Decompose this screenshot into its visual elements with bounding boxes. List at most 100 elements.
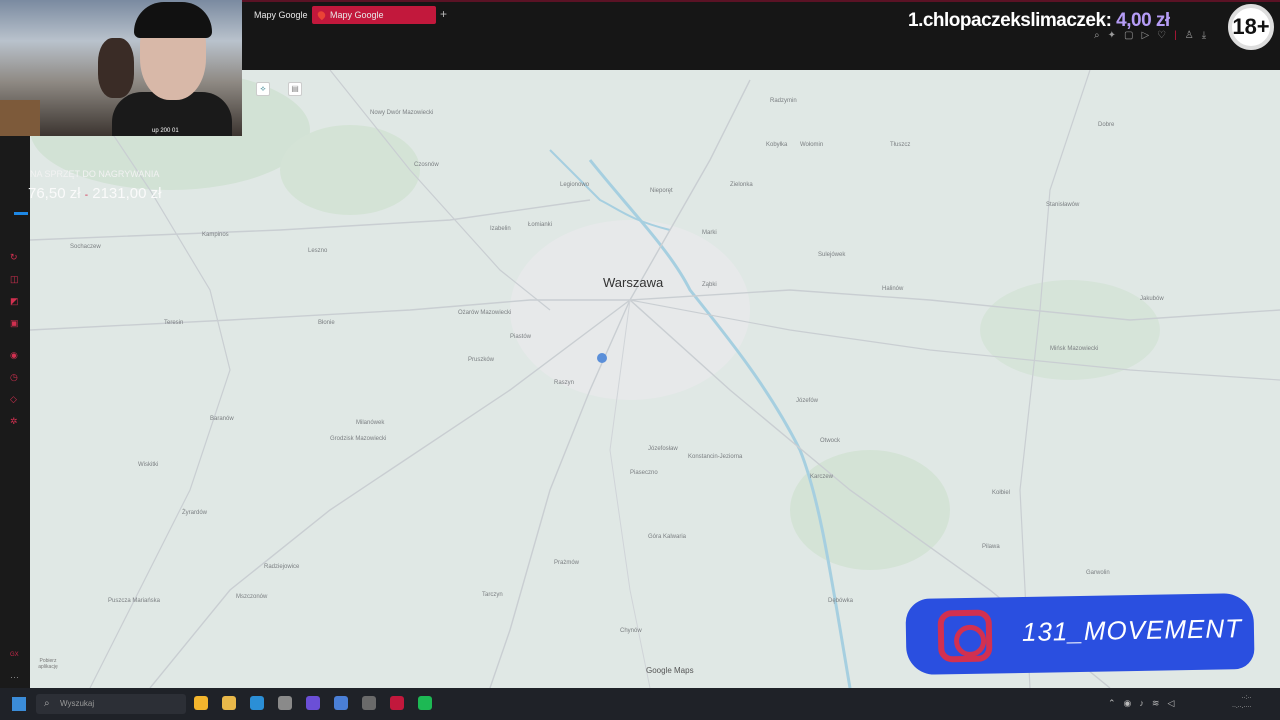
map-city-label[interactable]: Kampinos bbox=[202, 232, 229, 238]
new-tab-button[interactable]: + bbox=[440, 7, 447, 21]
taskbar-search[interactable]: ⌕ Wyszukaj bbox=[36, 694, 186, 714]
more-icon[interactable]: ⋯ bbox=[10, 672, 19, 683]
map-city-label[interactable]: Piastów bbox=[510, 334, 531, 340]
map-city-label[interactable]: Ząbki bbox=[702, 282, 717, 288]
map-city-label[interactable]: Teresin bbox=[164, 320, 183, 326]
map-city-label[interactable]: Żyrardów bbox=[182, 510, 207, 516]
map-city-label[interactable]: Chynów bbox=[620, 628, 642, 634]
map-city-label[interactable]: Grodzisk Mazowiecki bbox=[330, 436, 386, 442]
gx-label: GX bbox=[10, 652, 19, 658]
download-icon[interactable]: ⤓ bbox=[1202, 30, 1206, 41]
browser-sidebar: ↻ ◫ ◩ ▣ ◉ ◷ ◇ ✲ GX ⋯ bbox=[0, 136, 30, 688]
map-city-label[interactable]: Wołomin bbox=[800, 142, 823, 148]
map-city-label[interactable]: Karczew bbox=[810, 474, 833, 480]
wifi-icon[interactable]: ≋ bbox=[1152, 698, 1160, 709]
map-city-label[interactable]: Józefosław bbox=[648, 446, 678, 452]
map-city-label[interactable]: Zielonka bbox=[730, 182, 753, 188]
map-city-label[interactable]: Raszyn bbox=[554, 380, 574, 386]
opera-gx-icon[interactable] bbox=[390, 696, 404, 710]
map-city-label[interactable]: Dobre bbox=[1098, 122, 1114, 128]
google-maps-logo: Google Maps bbox=[646, 666, 694, 675]
spotify-icon[interactable] bbox=[418, 696, 432, 710]
map-city-label[interactable]: Czosnów bbox=[414, 162, 439, 168]
extensions-icon[interactable]: ◇ bbox=[10, 394, 17, 405]
map-city-label[interactable]: Jakubów bbox=[1140, 296, 1164, 302]
messenger-icon[interactable]: ▣ bbox=[10, 318, 19, 329]
file-explorer-icon[interactable] bbox=[222, 696, 236, 710]
map-city-label[interactable]: Radziejowice bbox=[264, 564, 299, 570]
map-city-label[interactable]: Legionowo bbox=[560, 182, 589, 188]
player-icon[interactable]: ◉ bbox=[10, 350, 18, 361]
network-icon[interactable]: ◉ bbox=[1124, 698, 1132, 709]
chevron-up-icon[interactable]: ⌃ bbox=[1108, 698, 1116, 709]
webcam-background-person bbox=[98, 38, 134, 98]
layers-icon[interactable]: ▤ bbox=[288, 82, 302, 96]
microphone-icon[interactable]: ♪ bbox=[1139, 698, 1144, 709]
map-city-label[interactable]: Piaseczno bbox=[630, 470, 658, 476]
app-icon[interactable] bbox=[334, 696, 348, 710]
windows-start-icon[interactable] bbox=[12, 697, 26, 711]
map-city-label[interactable]: Stanisławów bbox=[1046, 202, 1079, 208]
history-icon[interactable]: ↻ bbox=[10, 252, 18, 263]
instagram-handle: 131_MOVEMENT bbox=[1021, 613, 1243, 648]
screenshot-icon[interactable]: ▢ bbox=[1124, 30, 1133, 41]
download-app-link[interactable]: Pobierz aplikację bbox=[36, 658, 60, 670]
play-icon[interactable]: ▷ bbox=[1141, 30, 1149, 41]
map-city-label[interactable]: Nieporęt bbox=[650, 188, 673, 194]
map-city-label[interactable]: Wiskitki bbox=[138, 462, 158, 468]
map-city-label[interactable]: Sulejówek bbox=[818, 252, 845, 258]
map-city-label[interactable]: Leszno bbox=[308, 248, 327, 254]
map-city-label[interactable]: Sochaczew bbox=[70, 244, 101, 250]
map-city-label[interactable]: Góra Kalwaria bbox=[648, 534, 686, 540]
map-city-label[interactable]: Kołbiel bbox=[992, 490, 1010, 496]
app-icon[interactable] bbox=[278, 696, 292, 710]
goal-progress-bar bbox=[14, 212, 28, 215]
settings-icon[interactable]: ✲ bbox=[10, 416, 18, 427]
map-city-label[interactable]: Pilawa bbox=[982, 544, 1000, 550]
map-city-label[interactable]: Ożarów Mazowiecki bbox=[458, 310, 511, 316]
map-city-label[interactable]: Nowy Dwór Mazowiecki bbox=[370, 110, 433, 116]
map-city-label[interactable]: Puszcza Mariańska bbox=[108, 598, 160, 604]
map-city-label[interactable]: Błonie bbox=[318, 320, 335, 326]
map-city-label[interactable]: Dębówka bbox=[828, 598, 853, 604]
map-city-label[interactable]: Tarczyn bbox=[482, 592, 503, 598]
map-city-label[interactable]: Konstancin-Jeziorna bbox=[688, 454, 742, 460]
map-city-label[interactable]: Tłuszcz bbox=[890, 142, 910, 148]
map-city-label[interactable]: Baranów bbox=[210, 416, 234, 422]
obs-icon[interactable] bbox=[362, 696, 376, 710]
clock-icon[interactable]: ◷ bbox=[10, 372, 18, 383]
map-city-label[interactable]: Józefów bbox=[796, 398, 818, 404]
map-city-label[interactable]: Pruszków bbox=[468, 357, 494, 363]
pin-icon[interactable]: ✦ bbox=[1108, 30, 1116, 41]
zoom-icon[interactable]: ⌕ bbox=[1094, 30, 1100, 41]
directions-icon[interactable]: ⟡ bbox=[256, 82, 270, 96]
taskbar-search-placeholder: Wyszukaj bbox=[60, 699, 95, 708]
system-tray: ⌃ ◉ ♪ ≋ ◁ bbox=[1108, 698, 1174, 709]
map-city-label[interactable]: Radzymin bbox=[770, 98, 797, 104]
chrome-icon[interactable] bbox=[194, 696, 208, 710]
map-city-label[interactable]: Kobyłka bbox=[766, 142, 787, 148]
twitch-icon[interactable]: ◩ bbox=[10, 296, 19, 307]
taskbar-clock[interactable]: ··:·· ··.··.···· bbox=[1232, 694, 1251, 712]
map-city-label[interactable]: Mszczonów bbox=[236, 594, 267, 600]
volume-icon[interactable]: ◁ bbox=[1167, 698, 1174, 709]
map-city-label[interactable]: Milanówek bbox=[356, 420, 384, 426]
bag-icon[interactable]: ◫ bbox=[10, 274, 19, 285]
app-icon[interactable] bbox=[306, 696, 320, 710]
edge-icon[interactable] bbox=[250, 696, 264, 710]
webcam-feed: up 200 01 bbox=[0, 0, 242, 136]
map-city-label[interactable]: Halinów bbox=[882, 286, 903, 292]
map-city-label[interactable]: Otwock bbox=[820, 438, 840, 444]
map-city-label[interactable]: Prażmów bbox=[554, 560, 579, 566]
map-city-label[interactable]: Izabelin bbox=[490, 226, 511, 232]
map-city-label[interactable]: Marki bbox=[702, 230, 717, 236]
map-city-label[interactable]: Łomianki bbox=[528, 222, 552, 228]
account-icon[interactable]: ♙ bbox=[1185, 30, 1194, 41]
map-city-label[interactable]: Mińsk Mazowiecki bbox=[1050, 346, 1098, 352]
map-city-label[interactable]: Garwolin bbox=[1086, 570, 1110, 576]
tab-google-maps-1[interactable]: Mapy Google bbox=[236, 6, 308, 24]
screen: ⟡ ▤ Legionowo Nieporęt Marki Ząbki Łomianki I… bbox=[0, 0, 1280, 720]
donation-text: 1.chlopaczekslimaczek: bbox=[908, 10, 1112, 31]
heart-icon[interactable]: ♡ bbox=[1157, 30, 1166, 41]
tab-google-maps-2[interactable]: Mapy Google bbox=[312, 6, 436, 24]
